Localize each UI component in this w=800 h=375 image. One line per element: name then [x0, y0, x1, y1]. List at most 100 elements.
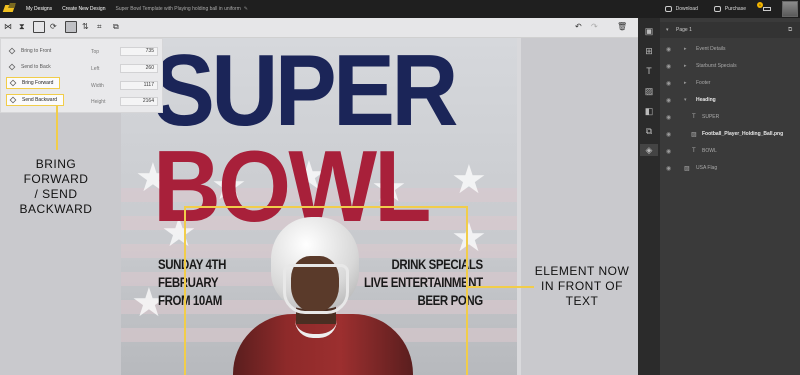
- visibility-eye-icon[interactable]: ◉: [666, 63, 671, 70]
- visibility-eye-icon[interactable]: ◉: [666, 80, 671, 87]
- layers-icon: [8, 47, 16, 55]
- annotation-line: ELEMENT NOW: [534, 264, 630, 278]
- chevron-right-icon[interactable]: ▸: [684, 46, 687, 52]
- top-input[interactable]: 735: [120, 47, 158, 56]
- annotation-line: TEXT: [565, 294, 599, 308]
- image-layer-icon: ▨: [684, 165, 690, 172]
- selection-box[interactable]: [184, 206, 468, 375]
- layer-label: Footer: [696, 80, 711, 86]
- top-bar: My Designs Create New Design Super Bowl …: [0, 0, 800, 18]
- annotation-line: FORWARD: [23, 172, 89, 186]
- visibility-eye-icon[interactable]: ◉: [666, 165, 671, 172]
- layer-row[interactable]: ◉ ▸ Footer: [660, 75, 800, 91]
- chevron-down-icon: ▾: [666, 27, 669, 33]
- chevron-right-icon[interactable]: ▸: [684, 63, 687, 69]
- layer-row[interactable]: ◉ ▨ USA Flag: [660, 160, 800, 176]
- layer-label: Football_Player_Holding_Ball.png: [702, 131, 784, 137]
- layers-icon: [8, 63, 16, 71]
- edit-title-icon[interactable]: ✎: [244, 6, 248, 12]
- layer-row[interactable]: ◉ T BOWL: [660, 143, 800, 159]
- layer-row[interactable]: ◉ ▾ Heading: [660, 92, 800, 108]
- align-horizontal-icon[interactable]: ⋈: [4, 21, 12, 33]
- tag-icon: [713, 6, 721, 12]
- bring-forward-label: Bring Forward: [22, 80, 54, 86]
- layout-icon[interactable]: ⊞: [643, 45, 655, 57]
- bring-forward-option[interactable]: Bring Forward: [6, 77, 61, 89]
- send-backward-option[interactable]: Send Backward: [6, 94, 65, 106]
- left-label: Left: [91, 66, 100, 72]
- layers-icon[interactable]: ◈: [640, 144, 658, 156]
- layer-row[interactable]: ◉ ▸ Starburst Specials: [660, 58, 800, 74]
- avatar[interactable]: [782, 1, 798, 17]
- bring-to-front-option[interactable]: Bring to Front: [6, 45, 51, 57]
- duplicate-page-icon[interactable]: ⧉: [788, 27, 792, 34]
- image-layer-icon: ▨: [691, 131, 697, 138]
- layer-page-row[interactable]: ▾ Page 1 ⧉: [660, 22, 800, 38]
- frame-icon[interactable]: [33, 21, 45, 33]
- redo-icon[interactable]: ↷: [591, 21, 598, 33]
- send-backward-label: Send Backward: [22, 97, 58, 103]
- annotation-line: BACKWARD: [19, 202, 93, 216]
- width-label: Width: [91, 83, 104, 89]
- purchase-label: Purchase: [724, 6, 746, 12]
- layers-panel: ▾ Page 1 ⧉ ◉ ▸ Event Details ◉ ▸ Starbur…: [660, 18, 800, 375]
- layer-label: USA Flag: [696, 165, 718, 171]
- crop-icon[interactable]: ⌗: [97, 21, 102, 33]
- annotation-line: / SEND: [34, 187, 78, 201]
- layer-label: Starburst Specials: [696, 63, 737, 69]
- text-layer-icon: T: [692, 148, 696, 154]
- download-button[interactable]: Download: [664, 6, 698, 12]
- super-heading[interactable]: SUPER: [153, 41, 458, 142]
- height-label: Height: [91, 99, 106, 105]
- undo-icon[interactable]: ↶: [575, 21, 582, 33]
- layer-label: Heading: [696, 97, 716, 103]
- layers-icon: [9, 79, 17, 87]
- canvas-gutter: [517, 38, 521, 375]
- create-new-design-link[interactable]: Create New Design: [62, 6, 105, 12]
- download-label: Download: [675, 6, 698, 12]
- elements-icon[interactable]: ⧉: [643, 125, 655, 137]
- send-to-back-label: Send to Back: [21, 64, 51, 70]
- text-icon[interactable]: T: [643, 65, 655, 77]
- image-icon[interactable]: ▨: [643, 85, 655, 97]
- visibility-eye-icon[interactable]: ◉: [666, 46, 671, 53]
- align-vertical-icon[interactable]: ⧗: [19, 21, 25, 33]
- visibility-eye-icon[interactable]: ◉: [666, 114, 671, 121]
- flag-star: ★: [451, 158, 487, 202]
- shapes-icon[interactable]: ◧: [643, 105, 655, 117]
- arrange-panel: Bring to Front Send to Back Bring Forwar…: [0, 38, 163, 113]
- arrange-icon[interactable]: [65, 21, 77, 33]
- flip-icon[interactable]: ⇅: [82, 21, 89, 33]
- rotate-icon[interactable]: ⟳: [50, 21, 57, 33]
- visibility-eye-icon[interactable]: ◉: [666, 131, 671, 138]
- layer-row[interactable]: ◉ ▸ Event Details: [660, 41, 800, 57]
- chevron-right-icon[interactable]: ▸: [684, 80, 687, 86]
- chevron-down-icon[interactable]: ▾: [684, 97, 687, 103]
- annotation-element-front: ELEMENT NOW IN FRONT OF TEXT: [530, 264, 634, 309]
- height-input[interactable]: 2164: [120, 97, 158, 106]
- delete-icon[interactable]: 🗑: [617, 21, 627, 33]
- cloud-download-icon: [664, 6, 672, 12]
- purchase-button[interactable]: Purchase: [713, 6, 746, 12]
- annotation-line: BRING: [35, 157, 77, 171]
- visibility-eye-icon[interactable]: ◉: [666, 148, 671, 155]
- template-icon[interactable]: ▣: [643, 25, 655, 37]
- send-to-back-option[interactable]: Send to Back: [6, 61, 51, 73]
- visibility-eye-icon[interactable]: ◉: [666, 97, 671, 104]
- layer-row[interactable]: ◉ ▨ Football_Player_Holding_Ball.png: [660, 126, 800, 142]
- bring-to-front-label: Bring to Front: [21, 48, 52, 54]
- layer-row[interactable]: ◉ T SUPER: [660, 109, 800, 125]
- my-designs-link[interactable]: My Designs: [26, 6, 52, 12]
- annotation-bring-forward: BRING FORWARD / SEND BACKWARD: [6, 157, 106, 217]
- document-title[interactable]: Super Bowl Template with Playing holding…: [115, 6, 240, 12]
- cart-icon[interactable]: 1: [757, 2, 772, 13]
- left-input[interactable]: 260: [120, 64, 158, 73]
- width-input[interactable]: 1117: [120, 81, 158, 90]
- layers-icon: [9, 96, 17, 104]
- app-logo[interactable]: [4, 3, 18, 15]
- layer-label: Event Details: [696, 46, 726, 52]
- annotation-pointer-left: [56, 106, 58, 150]
- layer-label: SUPER: [702, 114, 720, 120]
- text-layer-icon: T: [692, 114, 696, 120]
- transparency-icon[interactable]: ⧉: [113, 21, 119, 33]
